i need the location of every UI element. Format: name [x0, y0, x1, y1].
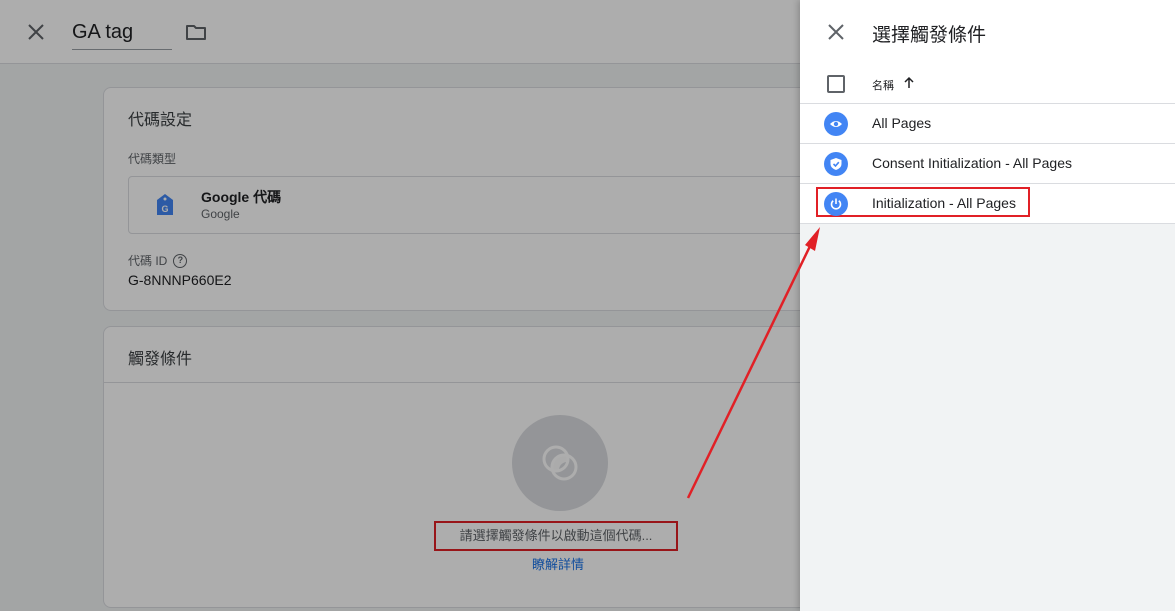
tag-type-name: Google 代碼 [201, 189, 282, 205]
tag-name-field[interactable]: GA tag [72, 18, 172, 50]
sort-ascending-icon[interactable] [902, 76, 916, 90]
trigger-label: Initialization - All Pages [872, 195, 1016, 211]
list-header: 名稱 [800, 64, 1175, 104]
triggering-card: 觸發條件 請選擇觸發條件以啟動這個代碼... 瞭解詳情 [103, 326, 800, 608]
choose-trigger-panel: 選擇觸發條件 名稱 All Pages Consent Initializati… [800, 0, 1175, 611]
tag-id-value: G-8NNNP660E2 [128, 272, 232, 288]
trigger-card-title: 觸發條件 [128, 351, 193, 368]
divider [104, 382, 800, 383]
trigger-label: All Pages [872, 115, 932, 131]
tag-type-vendor: Google [201, 207, 240, 221]
tag-id-label-row: 代碼 ID ? [128, 252, 188, 269]
tag-name: GA tag [72, 21, 134, 43]
google-tag-icon: G [157, 194, 173, 215]
tag-id-label: 代碼 ID [128, 254, 168, 268]
tag-type-selector[interactable]: G Google 代碼 Google [128, 176, 800, 234]
name-column-header[interactable]: 名稱 [872, 77, 894, 93]
panel-header: 選擇觸發條件 [800, 0, 1175, 64]
tag-configuration-card: 代碼設定 代碼類型 G Google 代碼 Google 代碼 ID ? G-8… [103, 87, 800, 311]
trigger-row-initialization[interactable]: Initialization - All Pages [800, 184, 1175, 224]
close-icon[interactable] [822, 18, 850, 46]
tag-editor: GA tag 代碼設定 代碼類型 G Google 代碼 Google 代碼 I… [0, 0, 800, 611]
help-icon[interactable]: ? [173, 253, 188, 268]
choose-trigger-prompt: 請選擇觸發條件以啟動這個代碼... [434, 521, 678, 551]
eye-icon [824, 112, 848, 136]
tag-type-label: 代碼類型 [128, 152, 177, 166]
panel-title: 選擇觸發條件 [872, 25, 987, 46]
trigger-list: 名稱 All Pages Consent Initialization - Al… [800, 64, 1175, 224]
trigger-placeholder[interactable] [512, 415, 608, 511]
learn-more-link[interactable]: 瞭解詳情 [532, 554, 584, 573]
trigger-label: Consent Initialization - All Pages [872, 155, 1072, 171]
power-icon [824, 192, 848, 216]
editor-topbar: GA tag [0, 0, 800, 64]
shield-icon [824, 152, 848, 176]
select-all-checkbox[interactable] [827, 75, 845, 93]
close-icon[interactable] [22, 18, 50, 46]
folder-icon[interactable] [184, 20, 208, 44]
trigger-row-all-pages[interactable]: All Pages [800, 104, 1175, 144]
trigger-row-consent-initialization[interactable]: Consent Initialization - All Pages [800, 144, 1175, 184]
config-card-title: 代碼設定 [128, 112, 193, 129]
trigger-empty-icon [542, 445, 578, 481]
svg-text:G: G [161, 204, 168, 214]
